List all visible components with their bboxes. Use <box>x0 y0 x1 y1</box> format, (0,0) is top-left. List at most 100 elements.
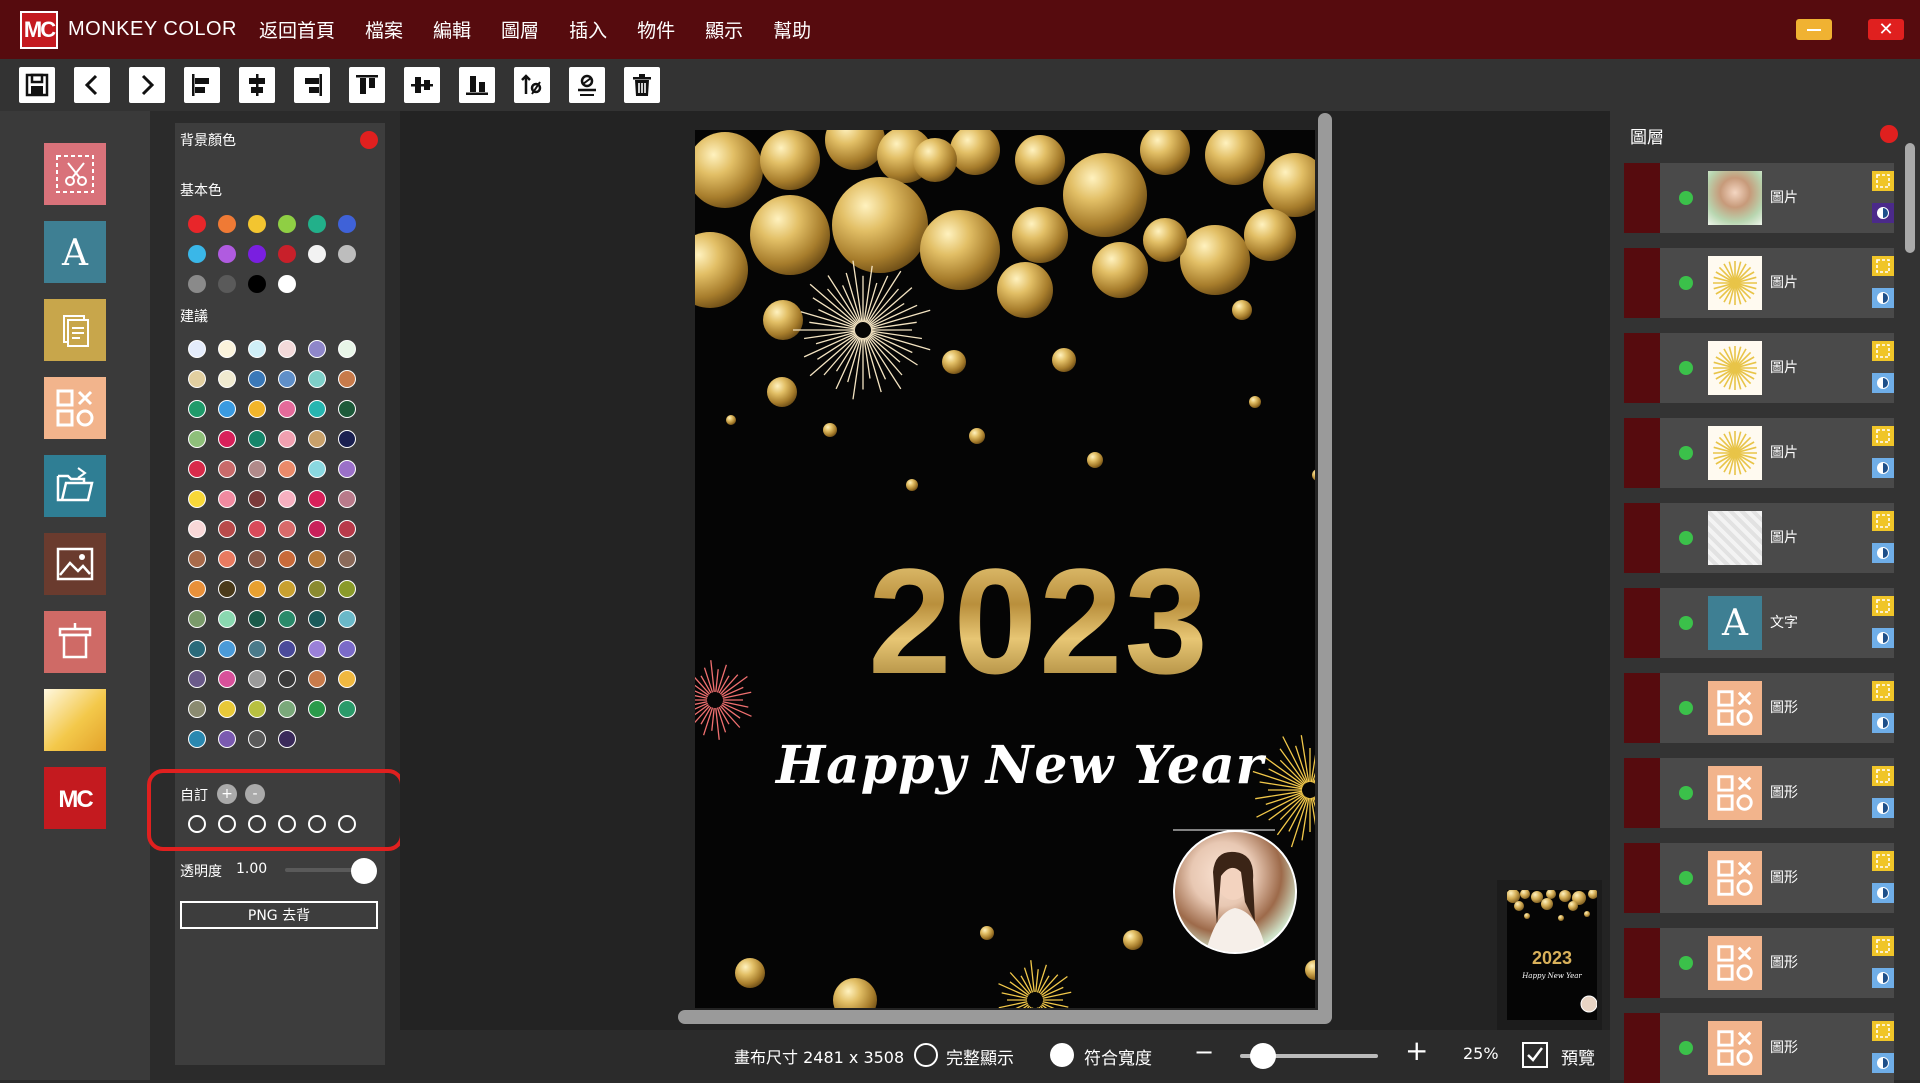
color-swatch[interactable] <box>188 670 206 688</box>
color-swatch[interactable] <box>338 700 356 718</box>
layer-blend-icon[interactable] <box>1872 458 1894 478</box>
visibility-toggle-icon[interactable] <box>1679 956 1693 970</box>
color-swatch[interactable] <box>248 700 266 718</box>
color-swatch[interactable] <box>248 610 266 628</box>
color-swatch[interactable] <box>188 490 206 508</box>
color-swatch[interactable] <box>278 400 296 418</box>
color-swatch[interactable] <box>218 245 236 263</box>
preview-checkbox[interactable] <box>1522 1042 1548 1068</box>
color-swatch[interactable] <box>188 580 206 598</box>
redo-icon[interactable] <box>129 67 165 103</box>
fit-all-radio[interactable] <box>914 1043 938 1067</box>
align-middle-v-icon[interactable] <box>404 67 440 103</box>
layer-resize-icon[interactable] <box>1872 1021 1894 1041</box>
color-swatch[interactable] <box>218 610 236 628</box>
color-swatch[interactable] <box>218 700 236 718</box>
layer-row[interactable]: 圖片 <box>1624 333 1894 403</box>
color-swatch[interactable] <box>278 460 296 478</box>
menu-layers[interactable]: 圖層 <box>501 16 539 43</box>
menu-view[interactable]: 顯示 <box>705 16 743 43</box>
color-swatch[interactable] <box>338 580 356 598</box>
layer-drag-handle[interactable] <box>1624 503 1660 573</box>
color-swatch[interactable] <box>308 640 326 658</box>
color-swatch[interactable] <box>278 550 296 568</box>
layer-blend-icon[interactable] <box>1872 373 1894 393</box>
color-swatch[interactable] <box>278 275 296 293</box>
color-swatch[interactable] <box>338 550 356 568</box>
layer-blend-icon[interactable] <box>1872 543 1894 563</box>
menu-file[interactable]: 檔案 <box>365 16 403 43</box>
color-swatch[interactable] <box>218 340 236 358</box>
layer-blend-icon[interactable] <box>1872 288 1894 308</box>
layer-drag-handle[interactable] <box>1624 673 1660 743</box>
undo-icon[interactable] <box>74 67 110 103</box>
color-swatch[interactable] <box>218 215 236 233</box>
layer-blend-icon[interactable] <box>1872 968 1894 988</box>
align-bottom-icon[interactable] <box>459 67 495 103</box>
color-swatch[interactable] <box>278 215 296 233</box>
color-swatch[interactable] <box>218 640 236 658</box>
menu-edit[interactable]: 編輯 <box>433 16 471 43</box>
color-swatch[interactable] <box>248 340 266 358</box>
color-swatch[interactable] <box>308 215 326 233</box>
layer-drag-handle[interactable] <box>1624 843 1660 913</box>
shapes-icon[interactable] <box>44 377 106 439</box>
visibility-toggle-icon[interactable] <box>1679 361 1693 375</box>
year-text[interactable]: 2023 <box>695 535 1315 708</box>
layer-blend-icon[interactable] <box>1872 203 1894 223</box>
color-swatch[interactable] <box>218 490 236 508</box>
custom-color-slot[interactable] <box>278 815 296 833</box>
color-swatch[interactable] <box>248 400 266 418</box>
color-swatch[interactable] <box>188 275 206 293</box>
color-swatch[interactable] <box>308 430 326 448</box>
color-swatch[interactable] <box>218 670 236 688</box>
align-center-h-icon[interactable] <box>239 67 275 103</box>
color-swatch[interactable] <box>188 215 206 233</box>
bg-color-indicator[interactable] <box>360 131 378 149</box>
color-swatch[interactable] <box>308 610 326 628</box>
color-swatch[interactable] <box>338 430 356 448</box>
opacity-slider-thumb[interactable] <box>351 858 377 884</box>
color-swatch[interactable] <box>338 490 356 508</box>
trash-icon[interactable] <box>624 67 660 103</box>
color-swatch[interactable] <box>308 245 326 263</box>
open-folder-icon[interactable] <box>44 455 106 517</box>
visibility-toggle-icon[interactable] <box>1679 701 1693 715</box>
layer-resize-icon[interactable] <box>1872 596 1894 616</box>
color-swatch[interactable] <box>278 640 296 658</box>
layer-resize-icon[interactable] <box>1872 426 1894 446</box>
color-swatch[interactable] <box>278 490 296 508</box>
color-swatch[interactable] <box>248 370 266 388</box>
gradient-icon[interactable] <box>44 689 106 751</box>
align-top-icon[interactable] <box>349 67 385 103</box>
color-swatch[interactable] <box>218 460 236 478</box>
layer-drag-handle[interactable] <box>1624 588 1660 658</box>
layer-drag-handle[interactable] <box>1624 928 1660 998</box>
layer-drag-handle[interactable] <box>1624 333 1660 403</box>
custom-color-slot[interactable] <box>248 815 266 833</box>
color-swatch[interactable] <box>248 275 266 293</box>
custom-remove-button[interactable]: - <box>245 784 265 804</box>
layer-row[interactable]: 圖形 <box>1624 758 1894 828</box>
layer-drag-handle[interactable] <box>1624 1013 1660 1083</box>
layer-resize-icon[interactable] <box>1872 511 1894 531</box>
layer-resize-icon[interactable] <box>1872 766 1894 786</box>
color-swatch[interactable] <box>278 430 296 448</box>
color-swatch[interactable] <box>188 370 206 388</box>
color-swatch[interactable] <box>188 550 206 568</box>
color-swatch[interactable] <box>218 730 236 748</box>
color-swatch[interactable] <box>278 370 296 388</box>
color-swatch[interactable] <box>308 670 326 688</box>
color-swatch[interactable] <box>308 400 326 418</box>
color-swatch[interactable] <box>308 580 326 598</box>
minimize-button[interactable] <box>1796 19 1832 40</box>
visibility-toggle-icon[interactable] <box>1679 446 1693 460</box>
layer-order-icon[interactable] <box>514 67 550 103</box>
color-swatch[interactable] <box>248 730 266 748</box>
color-swatch[interactable] <box>338 610 356 628</box>
layers-scrollbar[interactable] <box>1905 143 1915 253</box>
menu-home[interactable]: 返回首頁 <box>259 16 335 43</box>
color-swatch[interactable] <box>338 400 356 418</box>
color-swatch[interactable] <box>248 670 266 688</box>
minimap-preview[interactable]: 2023 Happy New Year <box>1497 880 1602 1030</box>
